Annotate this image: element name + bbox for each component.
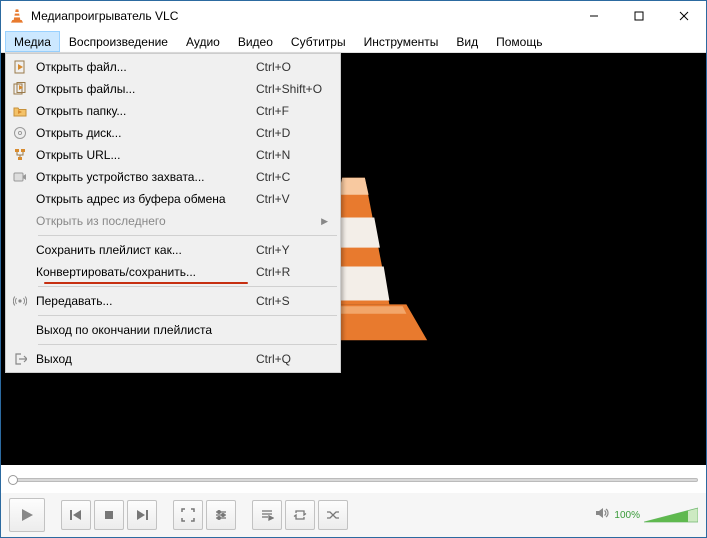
speaker-icon[interactable] — [594, 505, 610, 526]
menu-item[interactable]: Открыть адрес из буфера обменаCtrl+V — [8, 188, 338, 210]
capture-icon — [8, 170, 32, 184]
menu-item-label: Открыть файл... — [32, 60, 256, 74]
menu-item[interactable]: Открыть файлы...Ctrl+Shift+O — [8, 78, 338, 100]
menu-вид[interactable]: Вид — [447, 31, 487, 52]
menu-item[interactable]: Открыть устройство захвата...Ctrl+C — [8, 166, 338, 188]
menu-item-label: Открыть файлы... — [32, 82, 256, 96]
menu-item-label: Открыть диск... — [32, 126, 256, 140]
menu-item-shortcut: Ctrl+N — [256, 148, 338, 162]
menu-item-label: Передавать... — [32, 294, 256, 308]
menu-item-label: Открыть устройство захвата... — [32, 170, 256, 184]
vlc-cone-icon — [9, 8, 25, 24]
disc-icon — [8, 126, 32, 140]
media-menu-dropdown: Открыть файл...Ctrl+OОткрыть файлы...Ctr… — [5, 53, 341, 373]
menu-item-shortcut: Ctrl+F — [256, 104, 338, 118]
seek-thumb[interactable] — [8, 475, 18, 485]
menu-item-shortcut: Ctrl+S — [256, 294, 338, 308]
menu-видео[interactable]: Видео — [229, 31, 282, 52]
close-button[interactable] — [661, 1, 706, 31]
menu-item-label: Выход по окончании плейлиста — [32, 323, 256, 337]
prev-button[interactable] — [61, 500, 91, 530]
menu-item: Открыть из последнего ▶ — [8, 210, 338, 232]
menu-item-shortcut: Ctrl+R — [256, 265, 338, 279]
menu-item-shortcut: Ctrl+D — [256, 126, 338, 140]
menu-item-shortcut: Ctrl+Y — [256, 243, 338, 257]
menu-item[interactable]: Открыть диск...Ctrl+D — [8, 122, 338, 144]
menu-item-shortcut: Ctrl+Shift+O — [256, 82, 338, 96]
fullscreen-button[interactable] — [173, 500, 203, 530]
menu-аудио[interactable]: Аудио — [177, 31, 229, 52]
menu-separator — [38, 235, 337, 236]
menu-item-shortcut: Ctrl+Q — [256, 352, 338, 366]
maximize-button[interactable] — [616, 1, 661, 31]
menu-item-label: Сохранить плейлист как... — [32, 243, 256, 257]
menu-воспроизведение[interactable]: Воспроизведение — [60, 31, 177, 52]
minimize-button[interactable] — [571, 1, 616, 31]
network-icon — [8, 148, 32, 162]
menu-item[interactable]: Конвертировать/сохранить...Ctrl+R — [8, 261, 338, 283]
ext-settings-button[interactable] — [206, 500, 236, 530]
titlebar: Медиапроигрыватель VLC — [1, 1, 706, 31]
menu-separator — [38, 286, 337, 287]
menu-item-shortcut: Ctrl+O — [256, 60, 338, 74]
window-title: Медиапроигрыватель VLC — [31, 9, 571, 23]
menu-инструменты[interactable]: Инструменты — [355, 31, 448, 52]
submenu-arrow-icon: ▶ — [321, 216, 328, 227]
next-button[interactable] — [127, 500, 157, 530]
menu-item[interactable]: Открыть URL...Ctrl+N — [8, 144, 338, 166]
menu-item-label: Конвертировать/сохранить... — [32, 265, 256, 279]
menu-item-shortcut: Ctrl+V — [256, 192, 338, 206]
menu-item[interactable]: Передавать...Ctrl+S — [8, 290, 338, 312]
menu-separator — [38, 344, 337, 345]
volume-slider[interactable] — [644, 506, 698, 524]
loop-button[interactable] — [285, 500, 315, 530]
playlist-button[interactable] — [252, 500, 282, 530]
stream-icon — [8, 294, 32, 308]
shuffle-button[interactable] — [318, 500, 348, 530]
menu-помощь[interactable]: Помощь — [487, 31, 551, 52]
menu-медиа[interactable]: Медиа — [5, 31, 60, 52]
menu-субтитры[interactable]: Субтитры — [282, 31, 355, 52]
volume-percent: 100% — [614, 510, 640, 521]
highlight-underline — [44, 282, 248, 284]
menu-item[interactable]: Открыть папку...Ctrl+F — [8, 100, 338, 122]
file-play-icon — [8, 60, 32, 74]
menu-item-label: Открыть адрес из буфера обмена — [32, 192, 256, 206]
menubar: МедиаВоспроизведениеАудиоВидеоСубтитрыИн… — [1, 31, 706, 53]
exit-icon — [8, 352, 32, 366]
play-button[interactable] — [9, 498, 45, 532]
menu-item[interactable]: ВыходCtrl+Q — [8, 348, 338, 370]
files-play-icon — [8, 82, 32, 96]
seek-bar[interactable] — [9, 471, 698, 489]
playback-controls: 100% — [1, 493, 706, 537]
menu-item-label: Выход — [32, 352, 256, 366]
seek-track[interactable] — [9, 478, 698, 482]
menu-item-label: Открыть из последнего — [32, 214, 256, 228]
volume-control[interactable]: 100% — [594, 505, 698, 526]
menu-item-label: Открыть папку... — [32, 104, 256, 118]
menu-item[interactable]: Сохранить плейлист как...Ctrl+Y — [8, 239, 338, 261]
folder-icon — [8, 104, 32, 118]
stop-button[interactable] — [94, 500, 124, 530]
menu-separator — [38, 315, 337, 316]
window-buttons — [571, 1, 706, 31]
menu-item-label: Открыть URL... — [32, 148, 256, 162]
menu-item[interactable]: Выход по окончании плейлиста — [8, 319, 338, 341]
menu-item-shortcut: Ctrl+C — [256, 170, 338, 184]
menu-item[interactable]: Открыть файл...Ctrl+O — [8, 56, 338, 78]
